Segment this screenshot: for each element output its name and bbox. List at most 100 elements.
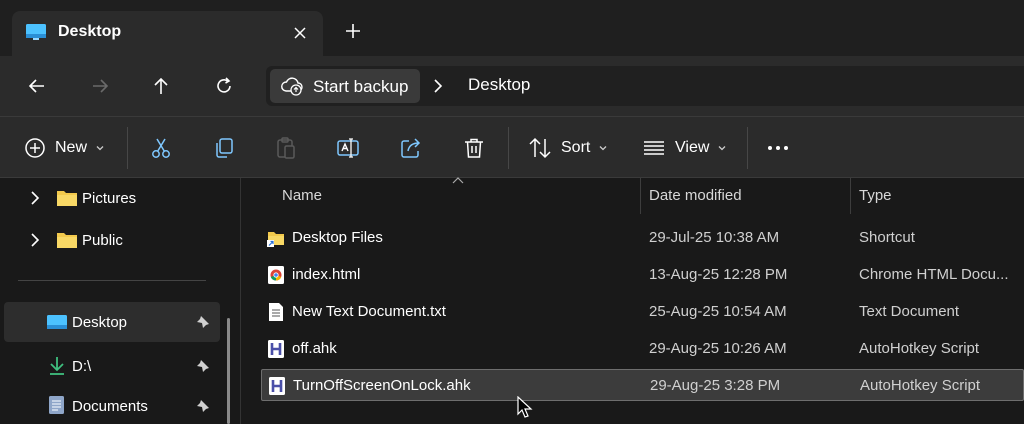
- back-button[interactable]: [21, 70, 53, 102]
- download-icon: [50, 357, 64, 375]
- start-backup-label: Start backup: [313, 77, 409, 96]
- refresh-button[interactable]: [208, 70, 240, 102]
- file-date: 29-Jul-25 10:38 AM: [649, 229, 780, 246]
- copy-icon: [216, 138, 233, 158]
- file-date: 29-Aug-25 3:28 PM: [650, 377, 781, 394]
- sidebar-scrollbar[interactable]: [227, 318, 230, 424]
- refresh-icon: [217, 77, 231, 93]
- folder-shortcut-icon: [267, 232, 284, 247]
- folder-icon: [57, 191, 77, 206]
- file-date: 13-Aug-25 12:28 PM: [649, 266, 788, 283]
- delete-button[interactable]: [462, 134, 486, 162]
- file-type: AutoHotkey Script: [860, 377, 981, 394]
- cut-icon: [152, 138, 170, 158]
- cut-button[interactable]: [149, 134, 173, 162]
- paste-icon: [277, 137, 295, 159]
- tab-title: Desktop: [58, 23, 122, 40]
- sort-button[interactable]: Sort: [528, 134, 608, 162]
- view-button[interactable]: View: [642, 134, 727, 162]
- new-button[interactable]: New: [24, 134, 105, 162]
- navigation-bar: Start backup Desktop: [0, 56, 1024, 116]
- paste-button[interactable]: [274, 134, 298, 162]
- chevron-right-icon[interactable]: [28, 190, 42, 206]
- chevron-right-icon[interactable]: [28, 232, 42, 248]
- file-type: Text Document: [859, 303, 960, 320]
- file-row-turnoffscreenonlock-ahk[interactable]: TurnOffScreenOnLock.ahk 29-Aug-25 3:28 P…: [261, 369, 1024, 401]
- view-list-icon: [644, 141, 664, 155]
- sidebar-item-label: Pictures: [82, 190, 137, 207]
- sidebar-item-documents[interactable]: Documents: [0, 388, 230, 424]
- pin-icon: [197, 400, 209, 412]
- desktop-folder-icon: [47, 315, 67, 329]
- cloud-backup-icon: [281, 77, 303, 96]
- share-icon: [401, 138, 421, 158]
- file-type: Chrome HTML Docu...: [859, 266, 1009, 283]
- sidebar-item-label: Desktop: [72, 314, 128, 331]
- new-label: New: [55, 139, 88, 156]
- text-file-icon: [269, 303, 283, 321]
- new-tab-button[interactable]: [338, 16, 368, 46]
- folder-icon: [57, 233, 77, 248]
- arrow-up-icon: [154, 77, 168, 94]
- arrow-right-icon: [93, 79, 109, 93]
- address-bar[interactable]: Start backup Desktop: [266, 66, 1024, 106]
- chevron-down-icon: [96, 146, 104, 151]
- tab-desktop[interactable]: Desktop: [12, 11, 323, 56]
- column-header-type[interactable]: Type: [851, 178, 1024, 214]
- up-button[interactable]: [145, 70, 177, 102]
- desktop-folder-icon: [26, 24, 46, 40]
- pin-icon: [197, 360, 209, 372]
- file-name: off.ahk: [292, 340, 337, 357]
- file-date: 25-Aug-25 10:54 AM: [649, 303, 787, 320]
- column-date-label: Date modified: [649, 187, 742, 204]
- rename-button[interactable]: [336, 134, 360, 162]
- file-name: TurnOffScreenOnLock.ahk: [293, 377, 471, 394]
- sort-icon: [529, 137, 551, 159]
- more-options-button[interactable]: [766, 134, 790, 162]
- tab-close-button[interactable]: [286, 19, 314, 47]
- sidebar-item-desktop[interactable]: Desktop: [4, 302, 220, 342]
- close-icon: [294, 27, 306, 39]
- sidebar-item-pictures[interactable]: Pictures: [0, 180, 230, 216]
- copy-button[interactable]: [212, 134, 236, 162]
- forward-button[interactable]: [84, 70, 116, 102]
- file-type: AutoHotkey Script: [859, 340, 980, 357]
- column-type-label: Type: [859, 187, 892, 204]
- breadcrumb-desktop[interactable]: Desktop: [468, 75, 530, 95]
- sidebar-divider: [18, 280, 206, 281]
- file-row-index-html[interactable]: index.html 13-Aug-25 12:28 PM Chrome HTM…: [261, 259, 1024, 291]
- sidebar-item-d-drive[interactable]: D:\: [0, 348, 230, 384]
- column-name-label: Name: [282, 187, 323, 204]
- autohotkey-icon: [269, 377, 285, 395]
- chevron-right-icon[interactable]: [430, 78, 446, 94]
- start-backup-button[interactable]: Start backup: [270, 69, 420, 103]
- sidebar-item-label: D:\: [72, 358, 92, 375]
- chrome-icon: [268, 266, 284, 284]
- toolbar-divider: [127, 127, 128, 169]
- autohotkey-icon: [268, 340, 284, 358]
- title-bar: Desktop: [0, 0, 1024, 56]
- trash-icon: [465, 138, 483, 158]
- file-row-new-text-document[interactable]: New Text Document.txt 25-Aug-25 10:54 AM…: [261, 296, 1024, 328]
- mouse-cursor-icon: [517, 396, 533, 418]
- command-bar: New Sort View: [0, 116, 1024, 178]
- sidebar-item-public[interactable]: Public: [0, 222, 230, 258]
- file-name: New Text Document.txt: [292, 303, 446, 320]
- file-row-off-ahk[interactable]: off.ahk 29-Aug-25 10:26 AM AutoHotkey Sc…: [261, 333, 1024, 365]
- column-header-date[interactable]: Date modified: [641, 178, 851, 214]
- documents-icon: [49, 396, 64, 414]
- sort-label: Sort: [561, 139, 591, 156]
- file-name: Desktop Files: [292, 229, 383, 246]
- column-header-name[interactable]: Name: [261, 178, 641, 214]
- sidebar-item-label: Documents: [72, 398, 148, 415]
- file-date: 29-Aug-25 10:26 AM: [649, 340, 787, 357]
- toolbar-divider: [508, 127, 509, 169]
- arrow-left-icon: [28, 79, 44, 93]
- share-button[interactable]: [399, 134, 423, 162]
- view-label: View: [675, 139, 710, 156]
- pin-icon: [197, 316, 209, 328]
- file-row-desktop-files[interactable]: Desktop Files 29-Jul-25 10:38 AM Shortcu…: [261, 222, 1024, 254]
- rename-icon: [337, 138, 359, 158]
- file-name: index.html: [292, 266, 361, 283]
- plus-circle-icon: [25, 138, 45, 158]
